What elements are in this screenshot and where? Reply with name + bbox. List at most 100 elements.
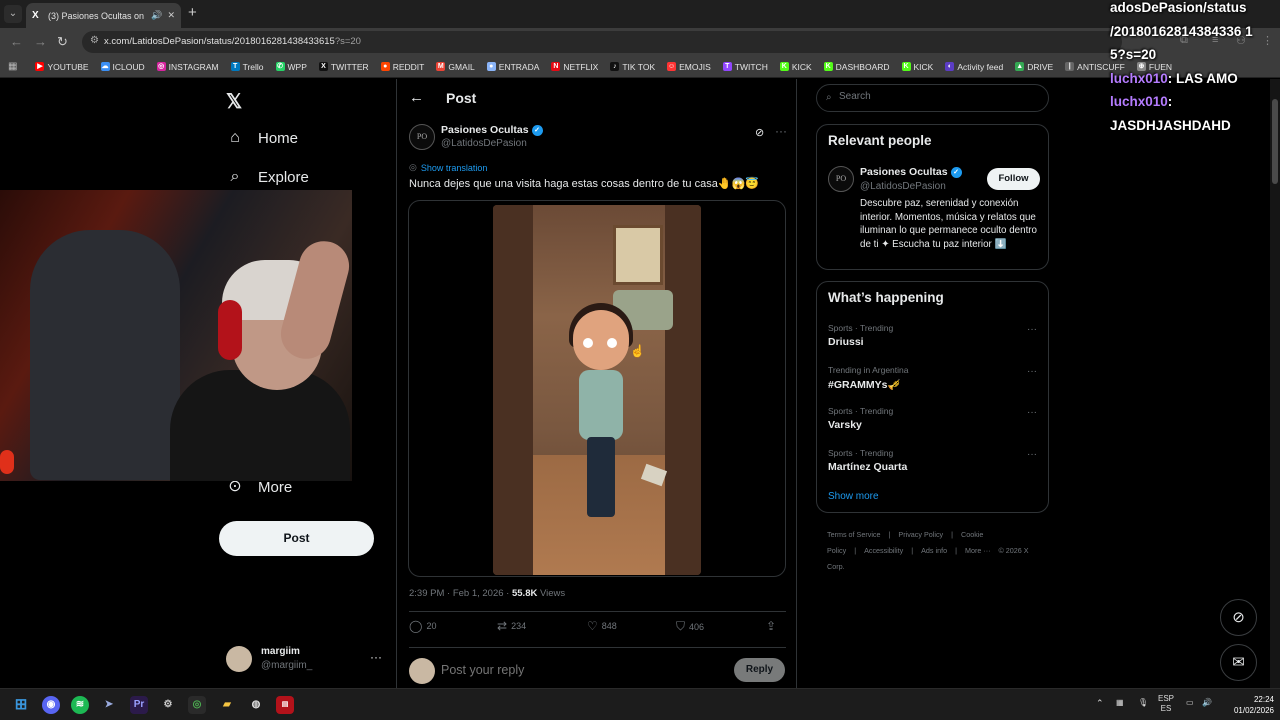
- site-info-icon[interactable]: ⚙: [90, 35, 99, 46]
- page-scrollbar[interactable]: [1270, 79, 1280, 688]
- address-bar[interactable]: ⚙ x.com/LatidosDePasion/status/201801628…: [82, 31, 1122, 53]
- footer-link[interactable]: Ads info: [921, 546, 947, 555]
- author-avatar[interactable]: PO: [409, 124, 435, 150]
- relevant-person-handle[interactable]: @LatidosDePasion: [860, 181, 946, 192]
- tab-close-icon[interactable]: ✕: [167, 10, 175, 21]
- relevant-person-name-row[interactable]: Pasiones Ocultas ✓: [860, 166, 962, 178]
- bookmark-item[interactable]: M GMAIL: [436, 61, 475, 72]
- author-handle[interactable]: @LatidosDePasion: [441, 138, 527, 149]
- trend-more-icon[interactable]: ···: [1027, 324, 1037, 335]
- x-logo-icon[interactable]: 𝕏: [226, 89, 242, 114]
- bookmark-item[interactable]: ▶ YOUTUBE: [35, 62, 89, 72]
- bookmark-item[interactable]: T TWITCH: [722, 62, 768, 72]
- trend-more-icon[interactable]: ···: [1027, 366, 1037, 377]
- new-tab-icon[interactable]: +: [188, 5, 197, 21]
- bookmarks-bar: ▦ ▶ YOUTUBE ☁ ICLOUD ◎ INSTAGRAM T Trello ✆ WPP X T…: [0, 56, 1280, 78]
- relevant-person-avatar[interactable]: PO: [828, 166, 854, 192]
- bookmark-label: GMAIL: [448, 61, 475, 72]
- nav-explore[interactable]: ⌕ Explore: [226, 168, 309, 186]
- bookmark-item[interactable]: ● ENTRADA: [486, 62, 539, 72]
- bookmark-item[interactable]: ♪ TIK TOK: [610, 62, 655, 72]
- footer-link[interactable]: Privacy Policy: [898, 530, 943, 539]
- like-action[interactable]: ♡ 848: [587, 619, 617, 633]
- post-more-icon[interactable]: ···: [775, 124, 787, 138]
- speaker-icon[interactable]: 🔊: [151, 10, 162, 21]
- bookmark-item[interactable]: ▲ DRIVE: [1015, 62, 1053, 72]
- grok-button[interactable]: ⊘: [1220, 599, 1257, 636]
- post-video[interactable]: ☝: [408, 200, 786, 577]
- share-icon: ⇪: [766, 619, 777, 633]
- bookmark-item[interactable]: ☁ ICLOUD: [100, 62, 145, 72]
- trend-item[interactable]: Sports · Trending Driussi ···: [828, 323, 1040, 357]
- footer-link[interactable]: More ···: [965, 546, 991, 555]
- footer-link[interactable]: Terms of Service: [827, 530, 881, 539]
- bookmark-item[interactable]: K KICK: [901, 61, 934, 72]
- bookmark-item[interactable]: ● REDDIT: [380, 62, 424, 72]
- tab-search-icon[interactable]: ⌄: [4, 5, 22, 23]
- trend-item[interactable]: Trending in Argentina #GRAMMYs🎺 ···: [828, 365, 1040, 399]
- reload-icon[interactable]: ↻: [57, 34, 68, 50]
- network-icon[interactable]: ▭: [1186, 698, 1194, 708]
- back-arrow-icon[interactable]: ←: [10, 34, 23, 50]
- chrome-icon[interactable]: ◎: [188, 696, 206, 714]
- follow-button[interactable]: Follow: [987, 168, 1040, 190]
- microphone-icon[interactable]: 🎙: [1138, 698, 1148, 708]
- language-indicator[interactable]: ESP ES: [1158, 694, 1174, 714]
- post-button[interactable]: Post: [219, 521, 374, 556]
- trend-item[interactable]: Sports · Trending Varsky ···: [828, 406, 1040, 440]
- bookmark-item[interactable]: N NETFLIX: [551, 62, 598, 72]
- file-explorer-icon[interactable]: ▰: [218, 696, 236, 714]
- tray-flag-icon[interactable]: ▦: [1116, 698, 1124, 708]
- bookmark-item[interactable]: K KICK: [779, 62, 812, 72]
- reply-input[interactable]: [441, 663, 721, 677]
- trend-more-icon[interactable]: ···: [1027, 449, 1037, 460]
- telegram-icon[interactable]: ➤: [100, 696, 118, 714]
- discord-icon[interactable]: ◉: [42, 696, 60, 714]
- author-name-row[interactable]: Pasiones Ocultas ✓: [441, 124, 543, 136]
- account-handle: @margiim_: [261, 660, 313, 671]
- browser-tab-strip: ⌄ X (3) Pasiones Ocultas on X: "N 🔊 ✕ +: [0, 0, 1280, 28]
- premiere-icon[interactable]: Pr: [130, 696, 148, 714]
- spotify-icon[interactable]: ≋: [71, 696, 89, 714]
- grok-icon[interactable]: ⊘: [755, 126, 764, 139]
- browser-tab[interactable]: X (3) Pasiones Ocultas on X: "N 🔊 ✕: [26, 3, 181, 28]
- bookmark-item[interactable]: T Trello: [230, 61, 264, 72]
- account-switcher[interactable]: margiim @margiim_ ···: [226, 644, 386, 674]
- trend-item[interactable]: Sports · Trending Martínez Quarta ···: [828, 448, 1040, 482]
- share-action[interactable]: ⇪: [766, 619, 776, 633]
- repost-icon: ⇄: [497, 619, 508, 633]
- volume-icon[interactable]: 🔊: [1202, 698, 1212, 708]
- apps-grid-icon[interactable]: ▦: [8, 61, 17, 72]
- footer-link[interactable]: Accessibility: [864, 546, 903, 555]
- reply-action[interactable]: ◯ 20: [409, 619, 436, 633]
- bookmark-label: INSTAGRAM: [168, 61, 219, 72]
- messages-button[interactable]: ✉: [1220, 644, 1257, 681]
- repost-action[interactable]: ⇄ 234: [497, 619, 526, 633]
- bookmark-item[interactable]: K DASHBOARD: [823, 62, 890, 72]
- show-translation-link[interactable]: ◎ Show translation: [409, 162, 487, 173]
- back-arrow-icon[interactable]: ←: [409, 89, 424, 106]
- windows-start-icon[interactable]: ⊞: [12, 696, 30, 714]
- reply-button[interactable]: Reply: [734, 658, 785, 682]
- trend-more-icon[interactable]: ···: [1027, 407, 1037, 418]
- app-icon[interactable]: ▤: [276, 696, 294, 714]
- show-more-link[interactable]: Show more: [828, 491, 879, 502]
- bookmark-item[interactable]: ✆ WPP: [275, 62, 307, 72]
- search-input[interactable]: [839, 91, 1039, 102]
- bookmark-action[interactable]: ⛉ 406: [676, 619, 704, 634]
- bookmark-item[interactable]: X TWITTER: [318, 62, 369, 72]
- forward-arrow-icon[interactable]: →: [34, 34, 47, 50]
- bookmark-item[interactable]: ◐ Activity feed: [945, 62, 1003, 72]
- obs-icon[interactable]: ◍: [247, 696, 265, 714]
- steam-icon[interactable]: ⚙: [159, 696, 177, 714]
- bookmark-item[interactable]: ◎ INSTAGRAM: [156, 61, 219, 72]
- nav-home[interactable]: ⌂ Home: [226, 129, 298, 147]
- bookmark-item[interactable]: ☺ EMOJIS: [667, 62, 711, 72]
- search-box[interactable]: ⌕: [816, 84, 1049, 112]
- bookmark-label: Trello: [242, 61, 264, 72]
- bookmark-label: KICK: [913, 61, 934, 72]
- taskbar-clock[interactable]: 22:24 01/02/2026: [1222, 694, 1274, 716]
- post-time[interactable]: 2:39 PM · Feb 1, 2026 ·: [409, 588, 512, 599]
- tray-overflow-icon[interactable]: ⌃: [1096, 698, 1104, 708]
- account-more-icon[interactable]: ···: [370, 650, 382, 664]
